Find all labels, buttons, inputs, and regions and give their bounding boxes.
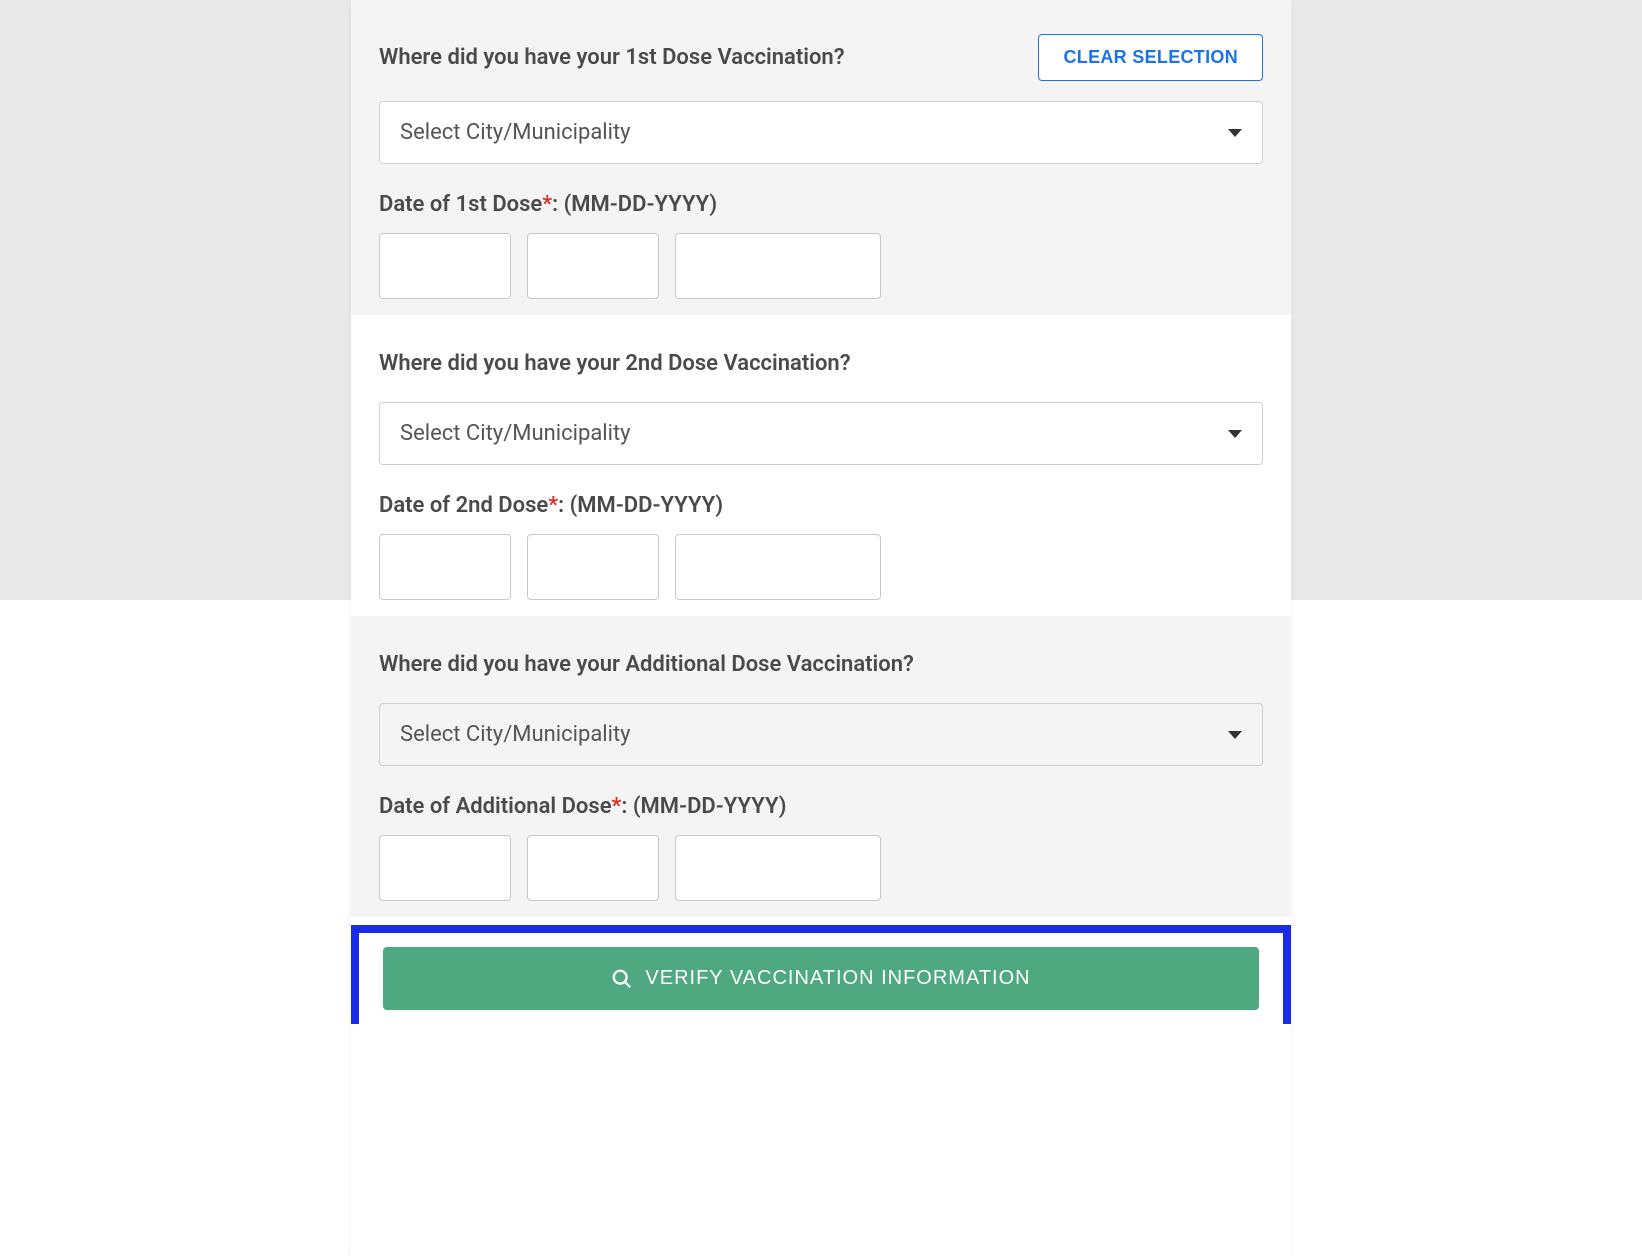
verify-vaccination-button[interactable]: VERIFY VACCINATION INFORMATION (383, 947, 1259, 1010)
verify-button-label: VERIFY VACCINATION INFORMATION (645, 967, 1030, 990)
dropdown-arrow-icon (1228, 731, 1242, 739)
dose1-header: Where did you have your 1st Dose Vaccina… (379, 0, 1263, 101)
dose1-year-input[interactable] (675, 233, 881, 299)
dose1-city-select-text: Select City/Municipality (400, 120, 631, 145)
required-mark: * (542, 192, 552, 217)
additional-city-select-text: Select City/Municipality (400, 722, 631, 747)
additional-date-prefix: Date of Additional Dose (379, 794, 612, 819)
dose1-day-input[interactable] (527, 233, 659, 299)
additional-city-select[interactable]: Select City/Municipality (379, 703, 1263, 766)
dose2-date-inputs (379, 534, 1263, 616)
dose2-month-input[interactable] (379, 534, 511, 600)
dose2-section: Where did you have your 2nd Dose Vaccina… (351, 315, 1291, 616)
dropdown-arrow-icon (1228, 430, 1242, 438)
additional-date-inputs (379, 835, 1263, 917)
dose2-question-label: Where did you have your 2nd Dose Vaccina… (379, 345, 1263, 382)
form-container: Where did you have your 1st Dose Vaccina… (351, 0, 1291, 1256)
required-mark: * (612, 794, 622, 819)
dose2-day-input[interactable] (527, 534, 659, 600)
dose1-city-select[interactable]: Select City/Municipality (379, 101, 1263, 164)
verify-wrapper: VERIFY VACCINATION INFORMATION (351, 925, 1291, 1024)
additional-dose-section: Where did you have your Additional Dose … (351, 616, 1291, 917)
additional-question-label: Where did you have your Additional Dose … (379, 646, 1263, 683)
dropdown-arrow-icon (1228, 129, 1242, 137)
dose1-month-input[interactable] (379, 233, 511, 299)
dose1-section: Where did you have your 1st Dose Vaccina… (351, 0, 1291, 315)
additional-date-label: Date of Additional Dose*: (MM-DD-YYYY) (379, 794, 786, 819)
additional-day-input[interactable] (527, 835, 659, 901)
required-mark: * (548, 493, 558, 518)
dose1-select-wrapper: Select City/Municipality (379, 101, 1263, 192)
clear-selection-button[interactable]: CLEAR SELECTION (1038, 34, 1263, 81)
additional-month-input[interactable] (379, 835, 511, 901)
dose2-date-label-row: Date of 2nd Dose*: (MM-DD-YYYY) (379, 493, 1263, 534)
dose1-date-prefix: Date of 1st Dose (379, 192, 542, 217)
additional-date-label-row: Date of Additional Dose*: (MM-DD-YYYY) (379, 794, 1263, 835)
dose1-date-suffix: : (MM-DD-YYYY) (552, 192, 717, 217)
dose2-select-wrapper: Select City/Municipality (379, 402, 1263, 493)
dose2-year-input[interactable] (675, 534, 881, 600)
additional-header: Where did you have your Additional Dose … (379, 616, 1263, 703)
dose2-date-prefix: Date of 2nd Dose (379, 493, 548, 518)
dose2-date-label: Date of 2nd Dose*: (MM-DD-YYYY) (379, 493, 723, 518)
dose2-city-select-text: Select City/Municipality (400, 421, 631, 446)
additional-year-input[interactable] (675, 835, 881, 901)
additional-select-wrapper: Select City/Municipality (379, 703, 1263, 794)
dose1-date-inputs (379, 233, 1263, 315)
dose2-header: Where did you have your 2nd Dose Vaccina… (379, 315, 1263, 402)
search-icon (611, 968, 633, 990)
additional-date-suffix: : (MM-DD-YYYY) (621, 794, 786, 819)
dose1-question-label: Where did you have your 1st Dose Vaccina… (379, 39, 845, 76)
dose1-date-label-row: Date of 1st Dose*: (MM-DD-YYYY) (379, 192, 1263, 233)
dose1-date-label: Date of 1st Dose*: (MM-DD-YYYY) (379, 192, 717, 217)
dose2-city-select[interactable]: Select City/Municipality (379, 402, 1263, 465)
dose2-date-suffix: : (MM-DD-YYYY) (558, 493, 723, 518)
